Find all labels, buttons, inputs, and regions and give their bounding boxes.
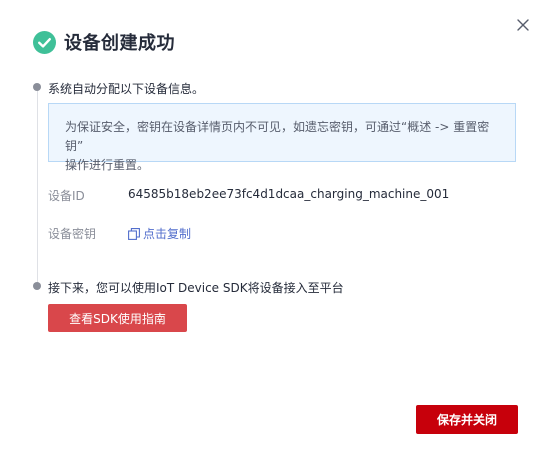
copy-secret-label: 点击复制 — [143, 227, 192, 241]
close-icon[interactable] — [514, 16, 532, 34]
device-secret-label: 设备密钥 — [48, 227, 97, 241]
timeline-line — [37, 90, 38, 286]
notice-line-2: 操作进行重置。 — [65, 158, 150, 172]
notice-line-1: 为保证安全，密钥在设备详情页内不可见，如遗忘密钥，可通过“概述 -> 重置密钥” — [65, 120, 490, 153]
device-id-label: 设备ID — [48, 189, 85, 203]
dialog-title: 设备创建成功 — [64, 33, 175, 54]
security-notice: 为保证安全，密钥在设备详情页内不可见，如遗忘密钥，可通过“概述 -> 重置密钥”… — [48, 103, 516, 172]
check-circle-icon — [33, 30, 56, 54]
view-sdk-guide-button[interactable]: 查看SDK使用指南 — [48, 304, 187, 332]
copy-secret-link[interactable]: 点击复制 — [128, 225, 191, 242]
device-id-value: 64585b18eb2ee73fc4d1dcaa_charging_machin… — [128, 187, 450, 201]
device-created-dialog: 设备创建成功 系统自动分配以下设备信息。 为保证安全，密钥在设备详情页内不可见，… — [0, 0, 550, 465]
step-1-dot — [33, 83, 41, 91]
step-1-text: 系统自动分配以下设备信息。 — [48, 82, 205, 96]
save-and-close-button[interactable]: 保存并关闭 — [416, 405, 518, 434]
dialog-header: 设备创建成功 — [33, 29, 175, 55]
step-2-text: 接下来，您可以使用IoT Device SDK将设备接入至平台 — [48, 281, 344, 295]
copy-icon — [128, 227, 140, 240]
step-2-dot — [33, 282, 41, 290]
